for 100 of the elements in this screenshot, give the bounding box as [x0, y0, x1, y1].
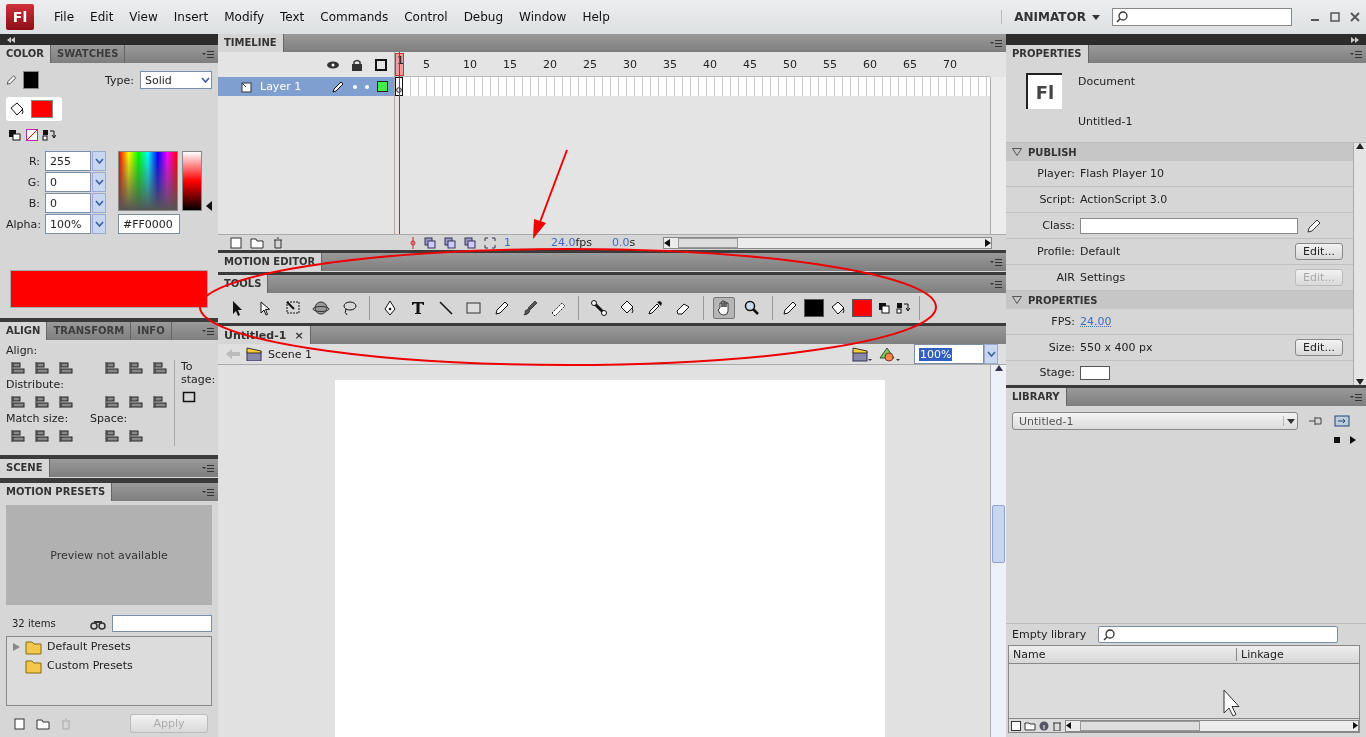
edit-multiple-icon[interactable] [464, 236, 476, 249]
horizontal-scrollbar[interactable] [663, 236, 992, 249]
menu-item[interactable]: Control [396, 10, 456, 24]
vertical-scrollbar[interactable] [990, 365, 1006, 737]
zoom-field[interactable]: 100% [914, 344, 984, 364]
match-size-icon[interactable] [10, 429, 26, 443]
color-swatch[interactable] [852, 299, 872, 317]
distribute-icon[interactable] [104, 395, 120, 409]
panel-tab[interactable]: COLOR [0, 45, 52, 63]
hex-field[interactable]: #FF0000 [118, 214, 180, 234]
new-folder-icon[interactable] [1024, 720, 1036, 731]
tree-item[interactable]: Default Presets [47, 640, 131, 653]
library-dropdown[interactable]: Untitled-1 [1012, 412, 1298, 430]
type-dropdown[interactable]: Solid [140, 71, 212, 89]
workspace-switcher[interactable]: ANIMATOR [1001, 10, 1100, 24]
scroll-right-icon[interactable] [1353, 722, 1358, 729]
menu-item[interactable]: Help [574, 10, 618, 24]
default-colors-icon[interactable] [878, 302, 890, 314]
dropdown-caret-icon[interactable] [201, 77, 210, 83]
slider-dropdown[interactable] [92, 193, 106, 213]
scroll-thumb[interactable] [992, 505, 1005, 563]
swap-colors-icon[interactable] [896, 302, 910, 314]
default-colors-icon[interactable] [8, 129, 22, 141]
pencil-icon[interactable] [782, 300, 798, 316]
menu-item[interactable]: Debug [455, 10, 512, 24]
brightness-pointer-icon[interactable] [206, 201, 212, 211]
panel-menu-icon[interactable] [1350, 50, 1362, 58]
edit-button[interactable]: Edit... [1295, 339, 1343, 356]
panel-menu-icon[interactable] [990, 280, 1002, 288]
play-icon[interactable] [1350, 436, 1356, 444]
distribute-icon[interactable] [58, 395, 74, 409]
channel-field[interactable]: 100% [45, 214, 91, 234]
panel-tab[interactable]: LIBRARY [1006, 388, 1067, 406]
caret-icon[interactable] [94, 158, 104, 164]
visibility-dot-icon[interactable] [353, 84, 357, 89]
menu-item[interactable]: File [46, 10, 83, 24]
tool-button[interactable] [713, 297, 735, 319]
search-field[interactable] [1098, 626, 1339, 643]
panel-menu-icon[interactable] [202, 488, 214, 496]
color-swatch[interactable] [804, 299, 824, 317]
pencil-icon[interactable] [1306, 217, 1322, 234]
edit-button[interactable]: Edit... [1295, 243, 1343, 260]
close-icon[interactable] [1350, 12, 1360, 22]
scroll-down-icon[interactable] [1356, 379, 1364, 385]
scroll-left-icon[interactable] [1066, 722, 1071, 729]
maximize-icon[interactable] [1330, 12, 1340, 22]
vertical-scrollbar[interactable] [1353, 143, 1366, 385]
distribute-icon[interactable] [34, 395, 50, 409]
section-header[interactable]: PROPERTIES [1006, 291, 1353, 309]
menu-item[interactable]: Commands [312, 10, 397, 24]
align-icon[interactable] [10, 361, 26, 375]
align-icon[interactable] [128, 361, 144, 375]
new-symbol-icon[interactable] [1011, 720, 1021, 731]
vertical-scrollbar[interactable] [990, 77, 1006, 234]
lock-dot-icon[interactable] [365, 84, 369, 89]
caret-icon[interactable] [94, 221, 104, 227]
layer-color-chip[interactable] [377, 81, 388, 92]
align-icon[interactable] [104, 361, 120, 375]
channel-field[interactable]: 0 [45, 193, 91, 213]
scroll-left-icon[interactable] [664, 238, 671, 247]
new-layer-icon[interactable] [230, 236, 242, 249]
color-swatch[interactable] [23, 71, 39, 89]
close-tab-button[interactable]: × [294, 329, 304, 344]
search-field[interactable] [112, 615, 212, 632]
panel-tab[interactable]: SCENE [0, 459, 50, 477]
align-icon[interactable] [152, 361, 168, 375]
panel-tab[interactable]: MOTION PRESETS [0, 483, 113, 501]
scroll-thumb[interactable] [678, 237, 739, 248]
distribute-icon[interactable] [152, 395, 168, 409]
align-icon[interactable] [34, 361, 50, 375]
panel-tab[interactable]: TIMELINE [218, 34, 284, 52]
menu-item[interactable]: Edit [82, 10, 122, 24]
scroll-up-icon[interactable] [1356, 143, 1364, 149]
slider-dropdown[interactable] [92, 151, 106, 171]
align-icon[interactable] [58, 361, 74, 375]
tool-button[interactable] [588, 297, 610, 319]
expand-arrows-icon[interactable] [1350, 36, 1360, 43]
menu-item[interactable]: Text [272, 10, 313, 24]
panel-menu-icon[interactable] [202, 464, 214, 472]
edit-scene-icon[interactable] [852, 346, 872, 362]
menu-item[interactable]: Insert [165, 10, 217, 24]
panel-menu-icon[interactable] [202, 327, 214, 335]
section-header[interactable]: PUBLISH [1006, 143, 1353, 161]
panel-menu-icon[interactable] [1350, 393, 1362, 401]
onion-markers-icon[interactable] [484, 236, 496, 249]
onion-skin-icon[interactable] [424, 236, 436, 249]
trash-icon[interactable] [1052, 720, 1062, 731]
panel-menu-icon[interactable] [202, 50, 214, 58]
menu-item[interactable]: Modify [216, 10, 272, 24]
pin-icon[interactable] [1308, 415, 1324, 427]
edit-symbols-icon[interactable] [878, 346, 900, 362]
channel-field[interactable]: 0 [45, 172, 91, 192]
slider-dropdown[interactable] [92, 172, 106, 192]
collapse-arrows-icon[interactable] [6, 36, 16, 43]
panel-tab[interactable]: ALIGN [0, 322, 48, 340]
column-header[interactable]: Name [1009, 648, 1237, 661]
panel-tab[interactable]: PROPERTIES [1006, 45, 1089, 63]
trash-icon[interactable] [272, 236, 284, 249]
outline-square-icon[interactable] [374, 58, 388, 71]
zoom-caret-icon[interactable] [986, 351, 996, 357]
